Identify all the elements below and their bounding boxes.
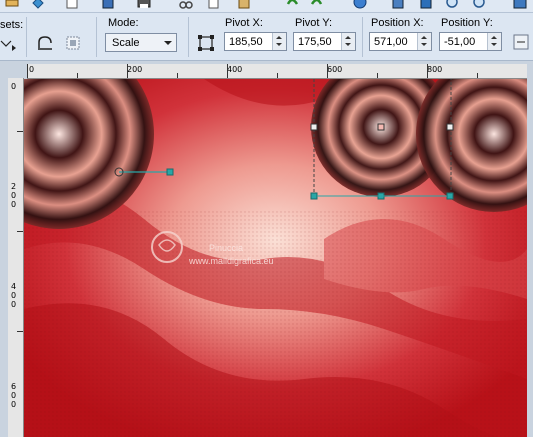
cut-icon[interactable] <box>178 0 194 10</box>
zoom-out-icon[interactable] <box>472 0 488 10</box>
horizontal-ruler: 0 200 400 600 800 <box>27 64 527 79</box>
position-x-spinner[interactable] <box>417 33 431 50</box>
vertical-ruler: 0 200 400 600 <box>8 78 24 437</box>
save-icon[interactable] <box>100 0 116 10</box>
redo-icon[interactable] <box>309 0 325 10</box>
presets-dropdown[interactable] <box>0 37 20 54</box>
image-canvas[interactable]: Pinuccia www.maildigrafica.eu <box>24 79 527 437</box>
scale-lock-icon[interactable] <box>512 33 530 54</box>
watermark-name: Pinuccia <box>209 243 244 253</box>
pivot-y-spinner[interactable] <box>341 33 355 50</box>
pivot-y-label: Pivot Y: <box>295 17 333 29</box>
pivot-point-icon[interactable] <box>196 33 216 56</box>
overview-icon[interactable] <box>512 0 528 10</box>
pivot-x-label: Pivot X: <box>225 17 263 29</box>
mode-label: Mode: <box>108 17 139 29</box>
copy-icon[interactable] <box>206 0 222 10</box>
layers-icon[interactable] <box>390 0 406 10</box>
position-y-field[interactable]: -51,00 <box>439 32 502 51</box>
print-icon[interactable] <box>136 0 152 10</box>
reset-shear-icon[interactable] <box>64 34 82 55</box>
chevron-down-icon <box>164 41 172 45</box>
position-y-spinner[interactable] <box>487 33 501 50</box>
paint-bucket-icon[interactable] <box>30 0 46 10</box>
watermark-url: www.maildigrafica.eu <box>189 256 274 266</box>
materials-icon[interactable] <box>418 0 434 10</box>
watermark-logo <box>149 229 185 268</box>
halftone-texture <box>24 209 527 437</box>
position-x-value: 571,00 <box>374 36 408 48</box>
help-icon[interactable] <box>352 0 368 10</box>
paste-icon[interactable] <box>236 0 252 10</box>
reset-rotation-icon[interactable] <box>36 34 54 55</box>
position-x-label: Position X: <box>371 17 424 29</box>
zoom-in-icon[interactable] <box>445 0 461 10</box>
position-x-field[interactable]: 571,00 <box>369 32 432 51</box>
pivot-x-field[interactable]: 185,50 <box>224 32 287 51</box>
mode-select-value: Scale <box>112 37 140 49</box>
position-y-label: Position Y: <box>441 17 493 29</box>
mode-select[interactable]: Scale <box>105 33 177 52</box>
pivot-x-value: 185,50 <box>229 36 263 48</box>
main-toolbar <box>0 0 533 13</box>
presets-label: sets: <box>0 19 24 31</box>
new-image-icon[interactable] <box>64 0 80 10</box>
pivot-y-field[interactable]: 175,50 <box>293 32 356 51</box>
pivot-y-value: 175,50 <box>298 36 332 48</box>
undo-icon[interactable] <box>284 0 300 10</box>
eraser-icon[interactable] <box>4 0 20 10</box>
pivot-x-spinner[interactable] <box>272 33 286 50</box>
tool-options-bar: sets: Mode: Scale Pivot X: 185,50 Pivot … <box>0 13 533 61</box>
position-y-value: -51,00 <box>444 36 476 48</box>
